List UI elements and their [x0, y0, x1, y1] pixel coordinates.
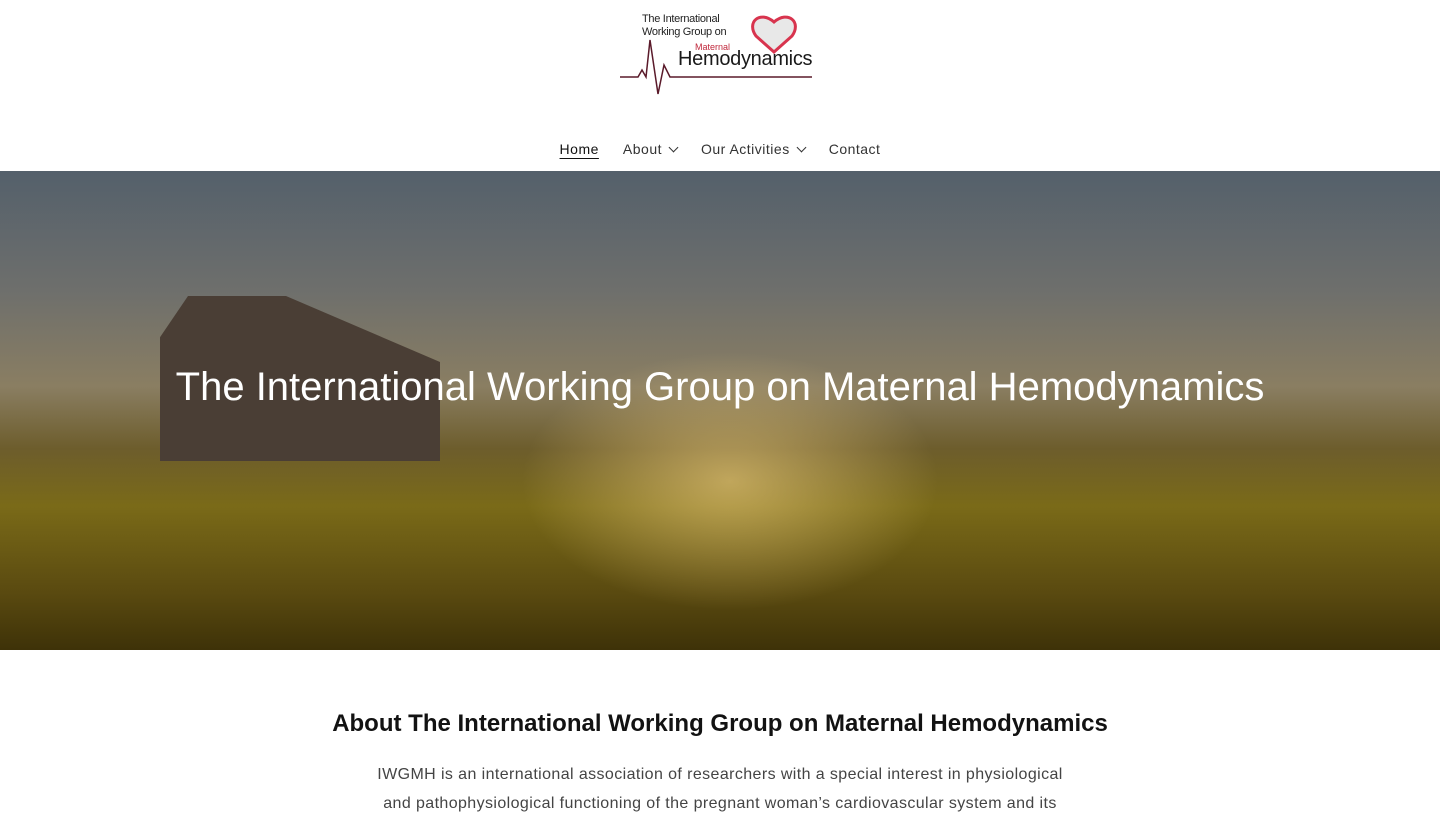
- hero-banner: The International Working Group on Mater…: [0, 171, 1440, 650]
- hero-title: The International Working Group on Mater…: [175, 365, 1265, 409]
- about-text: IWGMH is an international association of…: [377, 766, 1063, 812]
- nav-contact[interactable]: Contact: [817, 141, 893, 157]
- chevron-down-icon: [796, 142, 807, 152]
- logo-hemodynamics: Hemodynamics: [678, 48, 813, 70]
- nav-our-activities[interactable]: Our Activities: [689, 141, 817, 157]
- chevron-down-icon: [668, 142, 679, 152]
- logo-text: The International Working Group on: [642, 13, 727, 38]
- site-logo[interactable]: The International Working Group on Matern…: [620, 10, 815, 96]
- about-section: About The International Working Group on…: [0, 710, 1440, 818]
- nav-about[interactable]: About: [611, 141, 689, 157]
- main-nav: Home About Our Activities Contact: [0, 141, 1440, 157]
- nav-home[interactable]: Home: [548, 141, 611, 157]
- site-header: The International Working Group on Matern…: [0, 0, 1440, 171]
- about-heading: About The International Working Group on…: [332, 710, 1108, 737]
